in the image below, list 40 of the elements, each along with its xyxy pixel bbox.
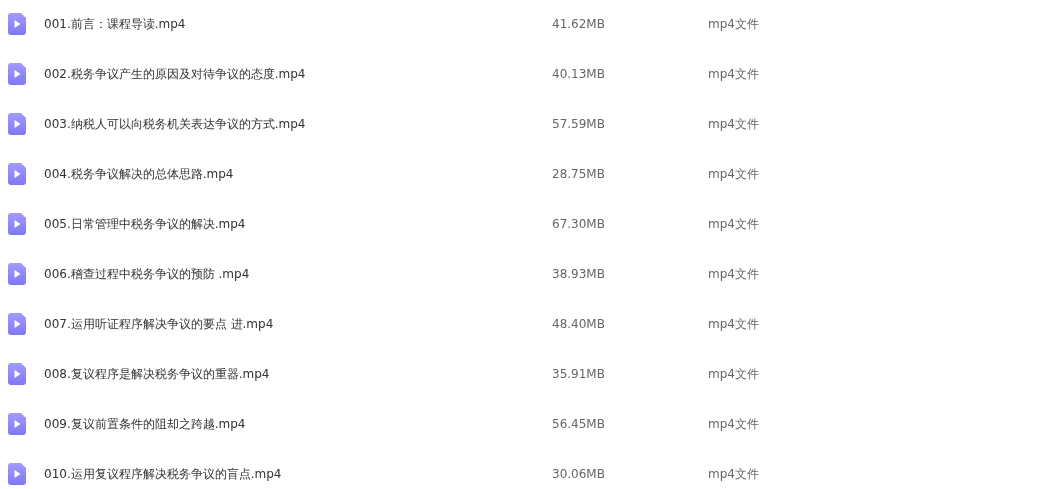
- file-size: 56.45MB: [552, 416, 606, 433]
- file-name[interactable]: 008.复议程序是解决税务争议的重器.mp4: [44, 365, 552, 383]
- file-name[interactable]: 010.运用复议程序解决税务争议的盲点.mp4: [44, 465, 552, 483]
- video-file-icon: [8, 63, 26, 85]
- file-type: mp4文件: [708, 316, 759, 333]
- file-type: mp4文件: [708, 216, 759, 233]
- file-size: 40.13MB: [552, 66, 606, 83]
- video-file-icon: [8, 313, 26, 335]
- file-size: 48.40MB: [552, 316, 606, 333]
- file-size: 57.59MB: [552, 116, 606, 133]
- file-type: mp4文件: [708, 166, 759, 183]
- video-file-icon: [8, 113, 26, 135]
- file-name[interactable]: 007.运用听证程序解决争议的要点 进.mp4: [44, 315, 552, 333]
- file-type: mp4文件: [708, 466, 759, 483]
- file-type: mp4文件: [708, 266, 759, 283]
- file-size: 38.93MB: [552, 266, 606, 283]
- file-size: 35.91MB: [552, 366, 606, 383]
- file-type: mp4文件: [708, 416, 759, 433]
- file-name[interactable]: 009.复议前置条件的阻却之跨越.mp4: [44, 415, 552, 433]
- file-name[interactable]: 006.稽查过程中税务争议的预防 .mp4: [44, 265, 552, 283]
- file-type: mp4文件: [708, 116, 759, 133]
- file-size: 30.06MB: [552, 466, 606, 483]
- video-file-icon: [8, 363, 26, 385]
- file-type: mp4文件: [708, 366, 759, 383]
- video-file-icon: [8, 263, 26, 285]
- file-name[interactable]: 002.税务争议产生的原因及对待争议的态度.mp4: [44, 65, 552, 83]
- file-name[interactable]: 005.日常管理中税务争议的解决.mp4: [44, 215, 552, 233]
- video-file-icon: [8, 213, 26, 235]
- file-name[interactable]: 004.税务争议解决的总体思路.mp4: [44, 165, 552, 183]
- file-type: mp4文件: [708, 66, 759, 83]
- file-size: 41.62MB: [552, 16, 606, 33]
- file-size: 28.75MB: [552, 166, 606, 183]
- video-file-icon: [8, 163, 26, 185]
- file-name[interactable]: 003.纳税人可以向税务机关表达争议的方式.mp4: [44, 115, 552, 133]
- file-name[interactable]: 001.前言：课程导读.mp4: [44, 15, 552, 33]
- file-type: mp4文件: [708, 16, 759, 33]
- video-file-icon: [8, 463, 26, 485]
- video-file-icon: [8, 413, 26, 435]
- video-file-icon: [8, 13, 26, 35]
- file-size: 67.30MB: [552, 216, 606, 233]
